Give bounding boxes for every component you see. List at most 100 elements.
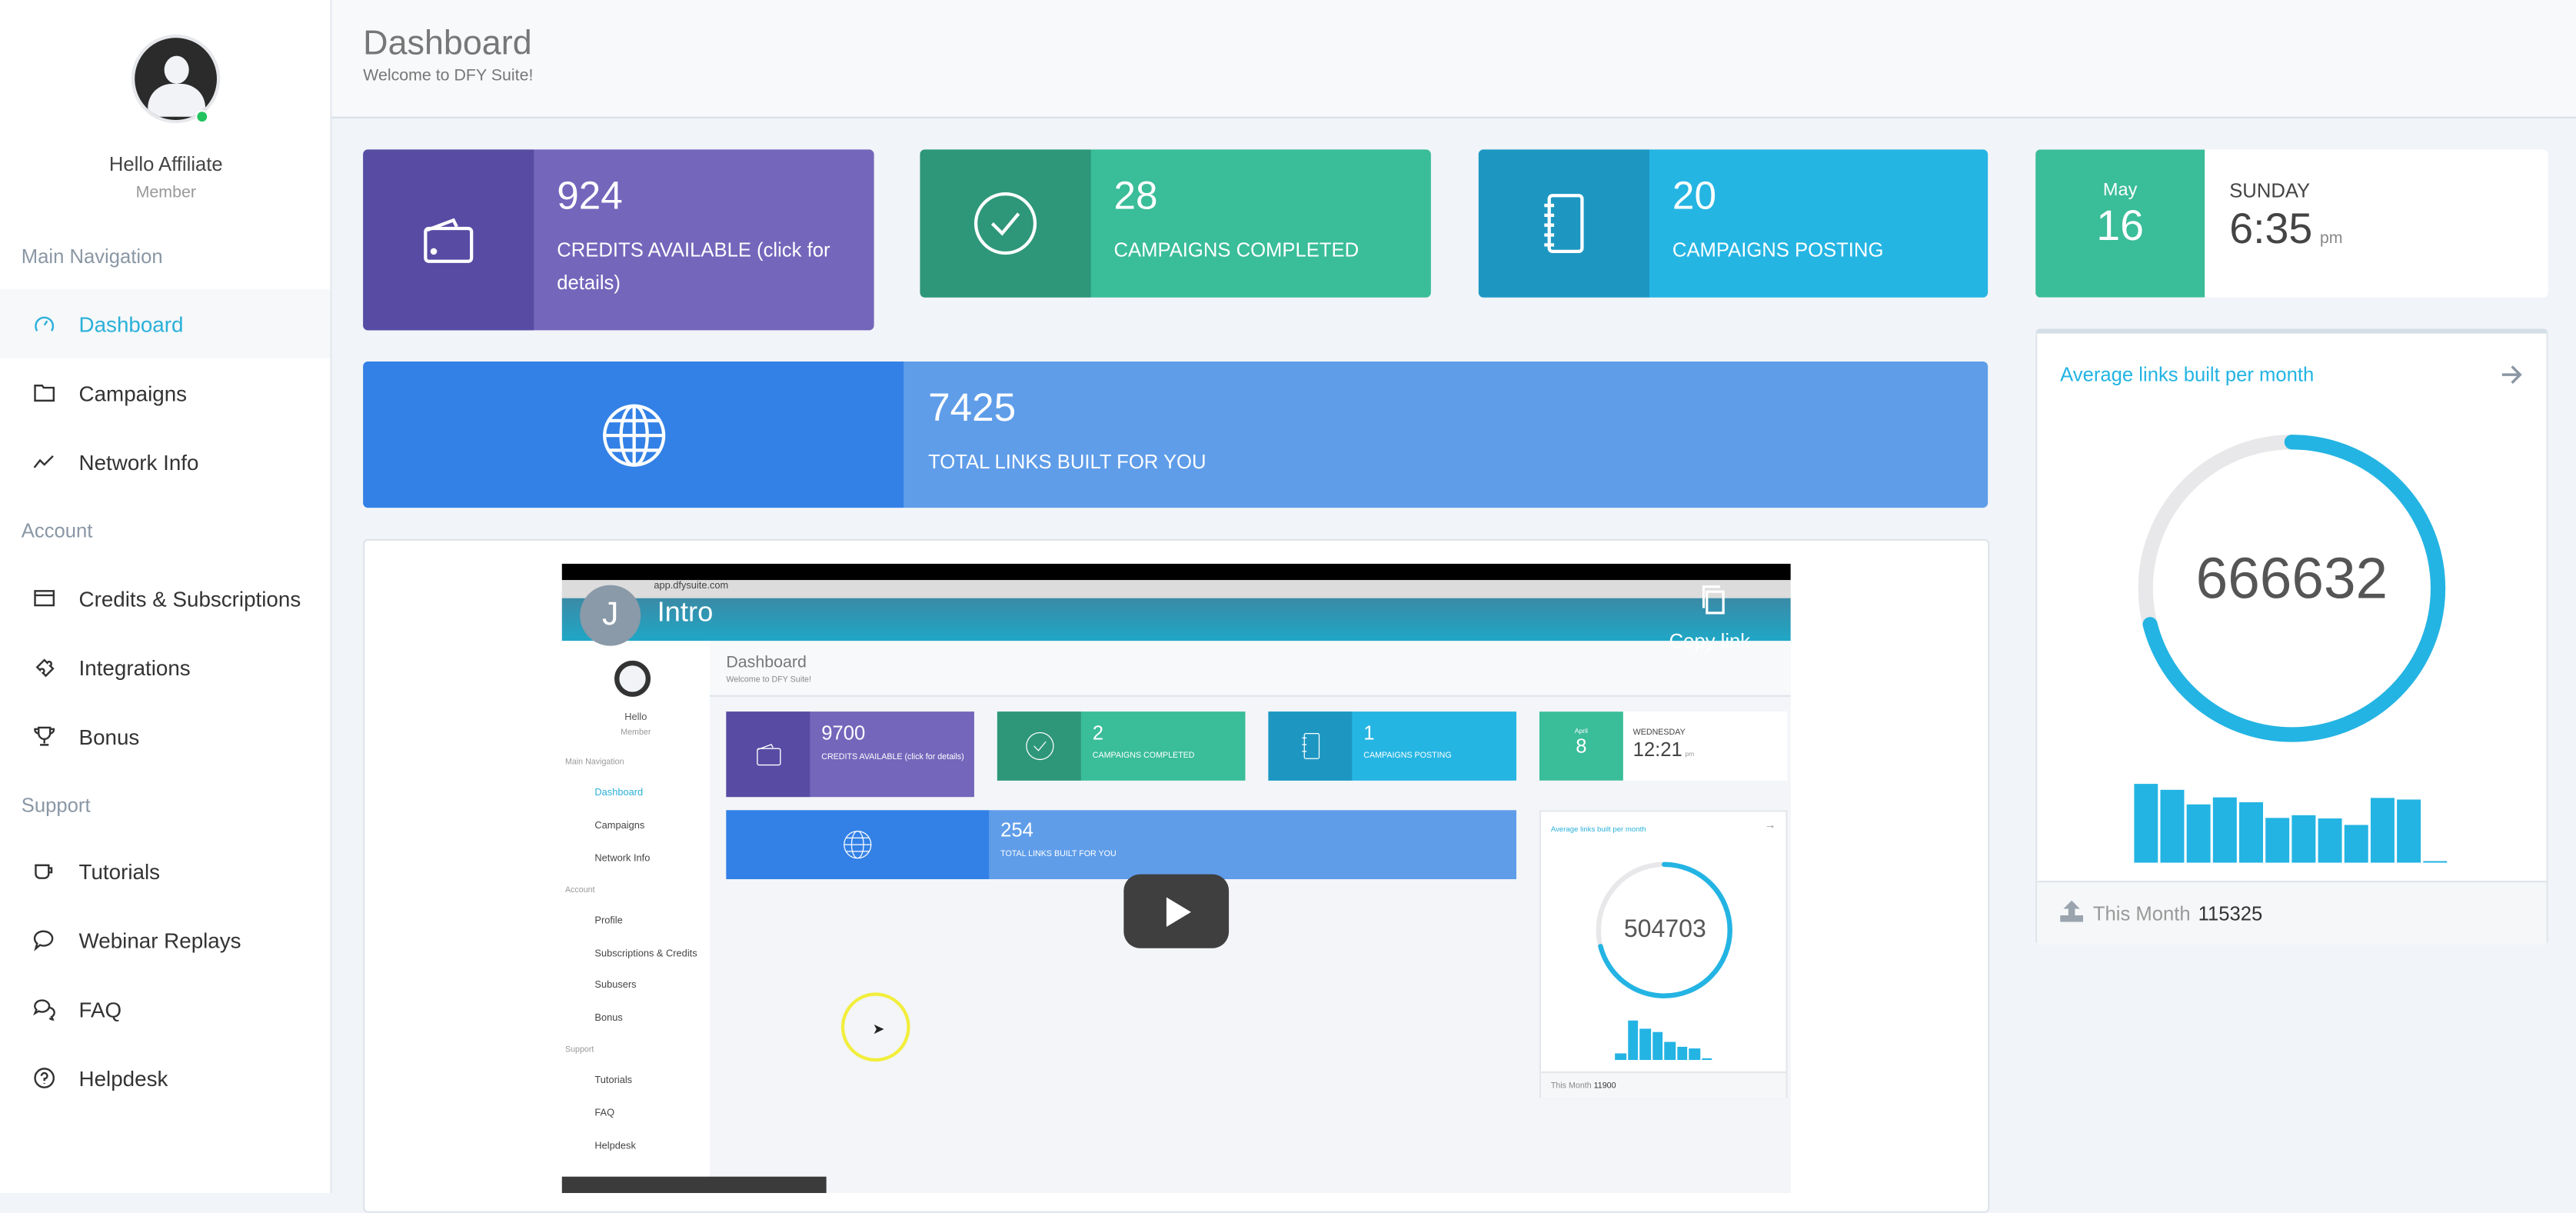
question-circle-icon — [0, 1067, 79, 1090]
sidebar-item-faq[interactable]: FAQ — [0, 975, 330, 1044]
mini-role: Member — [621, 728, 651, 738]
date-day: 16 — [2096, 200, 2145, 250]
mini-sidebar-item: Account — [564, 885, 595, 896]
sidebar-item-network-info[interactable]: Network Info — [0, 427, 330, 496]
trend-line-icon — [0, 450, 79, 473]
mini-avg-card: Average links built per month → 504703 T… — [1539, 810, 1788, 1098]
month-bar — [2344, 825, 2368, 863]
mini-posting-card: 1 CAMPAIGNS POSTING — [1268, 711, 1516, 781]
sidebar-item-credits-subscriptions[interactable]: Credits & Subscriptions — [0, 564, 330, 633]
mini-day: 8 — [1576, 735, 1587, 758]
chat-bubbles-icon — [0, 998, 79, 1021]
month-bar — [2423, 861, 2448, 863]
check-circle-icon — [920, 149, 1091, 298]
month-bar — [2370, 798, 2395, 863]
sidebar-item-label: Network Info — [78, 449, 199, 475]
video-progress-overlay[interactable] — [561, 1176, 827, 1194]
sidebar-item-dashboard[interactable]: Dashboard — [0, 289, 331, 358]
this-month-value: 115325 — [2198, 901, 2263, 925]
average-links-value: 666632 — [2195, 547, 2388, 611]
upload-icon — [2060, 900, 2084, 922]
play-icon — [1166, 897, 1191, 927]
channel-avatar[interactable]: J — [580, 585, 641, 646]
average-links-title[interactable]: Average links built per month — [2060, 363, 2314, 386]
total-links-value: 7425 — [928, 386, 1017, 431]
wallet-icon — [363, 149, 534, 331]
mini-sidebar-item: Subusers — [594, 981, 637, 991]
sidebar-item-integrations[interactable]: Integrations — [0, 633, 330, 702]
mouse-cursor-icon: ➤ — [872, 1020, 885, 1038]
credits-value: 924 — [557, 174, 623, 219]
mini-bars — [1615, 1020, 1713, 1061]
mini-avatar — [614, 660, 651, 697]
mini-footer-label: This Month — [1550, 1081, 1592, 1091]
sidebar-item-label: FAQ — [78, 996, 122, 1021]
sidebar: Hello Affiliate Member Main Navigation D… — [0, 0, 332, 1194]
mini-sidebar-item: Profile — [594, 917, 623, 927]
puzzle-icon — [0, 655, 79, 678]
section-account: Account — [21, 519, 93, 543]
mini-sidebar-item: Dashboard — [594, 788, 644, 799]
month-bar — [2212, 797, 2237, 863]
month-bar — [2291, 815, 2316, 863]
copy-link-button[interactable]: Copy link — [1669, 629, 1750, 652]
check-circle-icon — [997, 711, 1081, 781]
sidebar-item-tutorials[interactable]: Tutorials — [0, 836, 330, 905]
credit-card-icon — [0, 587, 79, 610]
sidebar-item-label: Campaigns — [78, 380, 188, 405]
mini-avg-title: Average links built per month — [1550, 825, 1646, 834]
sidebar-item-helpdesk[interactable]: Helpdesk — [0, 1044, 330, 1113]
posting-value: 20 — [1672, 174, 1716, 219]
mini-month-bar — [1652, 1032, 1663, 1061]
date-time-card: May 16 SUNDAY 6:35 pm — [2035, 149, 2548, 298]
mini-title: Dashboard — [726, 654, 807, 672]
globe-icon — [726, 810, 990, 880]
mini-sidebar-item: Subscriptions & Credits — [594, 949, 697, 960]
mini-credits-card: 9700 CREDITS AVAILABLE (click for details… — [726, 711, 974, 798]
intro-video-player[interactable]: app.dfysuite.com Dashboard Welcome to DF… — [561, 563, 1791, 1194]
arrow-right-icon[interactable] — [2501, 365, 2524, 385]
sidebar-item-label: Tutorials — [78, 858, 161, 884]
app: Hello Affiliate Member Main Navigation D… — [0, 0, 2576, 1213]
sidebar-item-campaigns[interactable]: Campaigns — [0, 358, 330, 428]
sidebar-item-bonus[interactable]: Bonus — [0, 701, 330, 771]
date-month: May — [2102, 181, 2138, 201]
mini-total-card: 254 TOTAL LINKS BUILT FOR YOU — [726, 810, 1516, 880]
month-bar — [2160, 789, 2185, 863]
average-links-panel: Average links built per month 666632 Thi… — [2035, 328, 2548, 945]
month-bar — [2318, 818, 2342, 863]
campaigns-posting-card[interactable]: 20 CAMPAIGNS POSTING — [1478, 149, 1989, 298]
avatar[interactable] — [131, 34, 221, 124]
mini-month-bar — [1639, 1029, 1651, 1061]
sidebar-item-label: Bonus — [78, 724, 140, 749]
mini-sidebar-item: Support — [564, 1045, 594, 1055]
mini-credits-value: 9700 — [821, 721, 866, 745]
monthly-links-bar-chart — [2134, 784, 2448, 863]
mini-greeting: Hello — [624, 713, 647, 724]
notebook-icon — [1478, 149, 1650, 298]
section-support: Support — [21, 793, 91, 817]
completed-label: CAMPAIGNS COMPLETED — [1113, 238, 1360, 262]
mini-posting-label: CAMPAIGNS POSTING — [1363, 751, 1452, 761]
mini-completed-card: 2 CAMPAIGNS COMPLETED — [997, 711, 1246, 781]
this-month-label: This Month — [2092, 901, 2191, 925]
campaigns-completed-card[interactable]: 28 CAMPAIGNS COMPLETED — [920, 149, 1431, 298]
credits-available-card[interactable]: 924 CREDITS AVAILABLE (click for details) — [363, 149, 874, 331]
mini-date-card: April 8 WEDNESDAY 12:21 pm — [1539, 711, 1788, 781]
mini-month: April — [1574, 726, 1588, 735]
copy-icon[interactable] — [1699, 583, 1728, 616]
sidebar-item-label: Integrations — [78, 655, 191, 680]
month-bar — [2134, 784, 2158, 863]
play-button[interactable] — [1123, 874, 1230, 948]
sidebar-item-webinar-replays[interactable]: Webinar Replays — [0, 905, 330, 975]
online-status-dot — [195, 110, 209, 124]
video-title[interactable]: Intro — [657, 597, 714, 630]
month-bar — [2265, 818, 2290, 863]
mini-time: 12:21 — [1632, 738, 1682, 761]
mini-sidebar-item: FAQ — [594, 1109, 615, 1119]
mini-month-bar — [1689, 1048, 1700, 1061]
mini-month-bar — [1676, 1046, 1688, 1061]
mini-sidebar-item: Main Navigation — [564, 757, 624, 768]
mini-completed-label: CAMPAIGNS COMPLETED — [1092, 751, 1195, 761]
panel-footer: This Month 115325 — [2037, 881, 2547, 945]
